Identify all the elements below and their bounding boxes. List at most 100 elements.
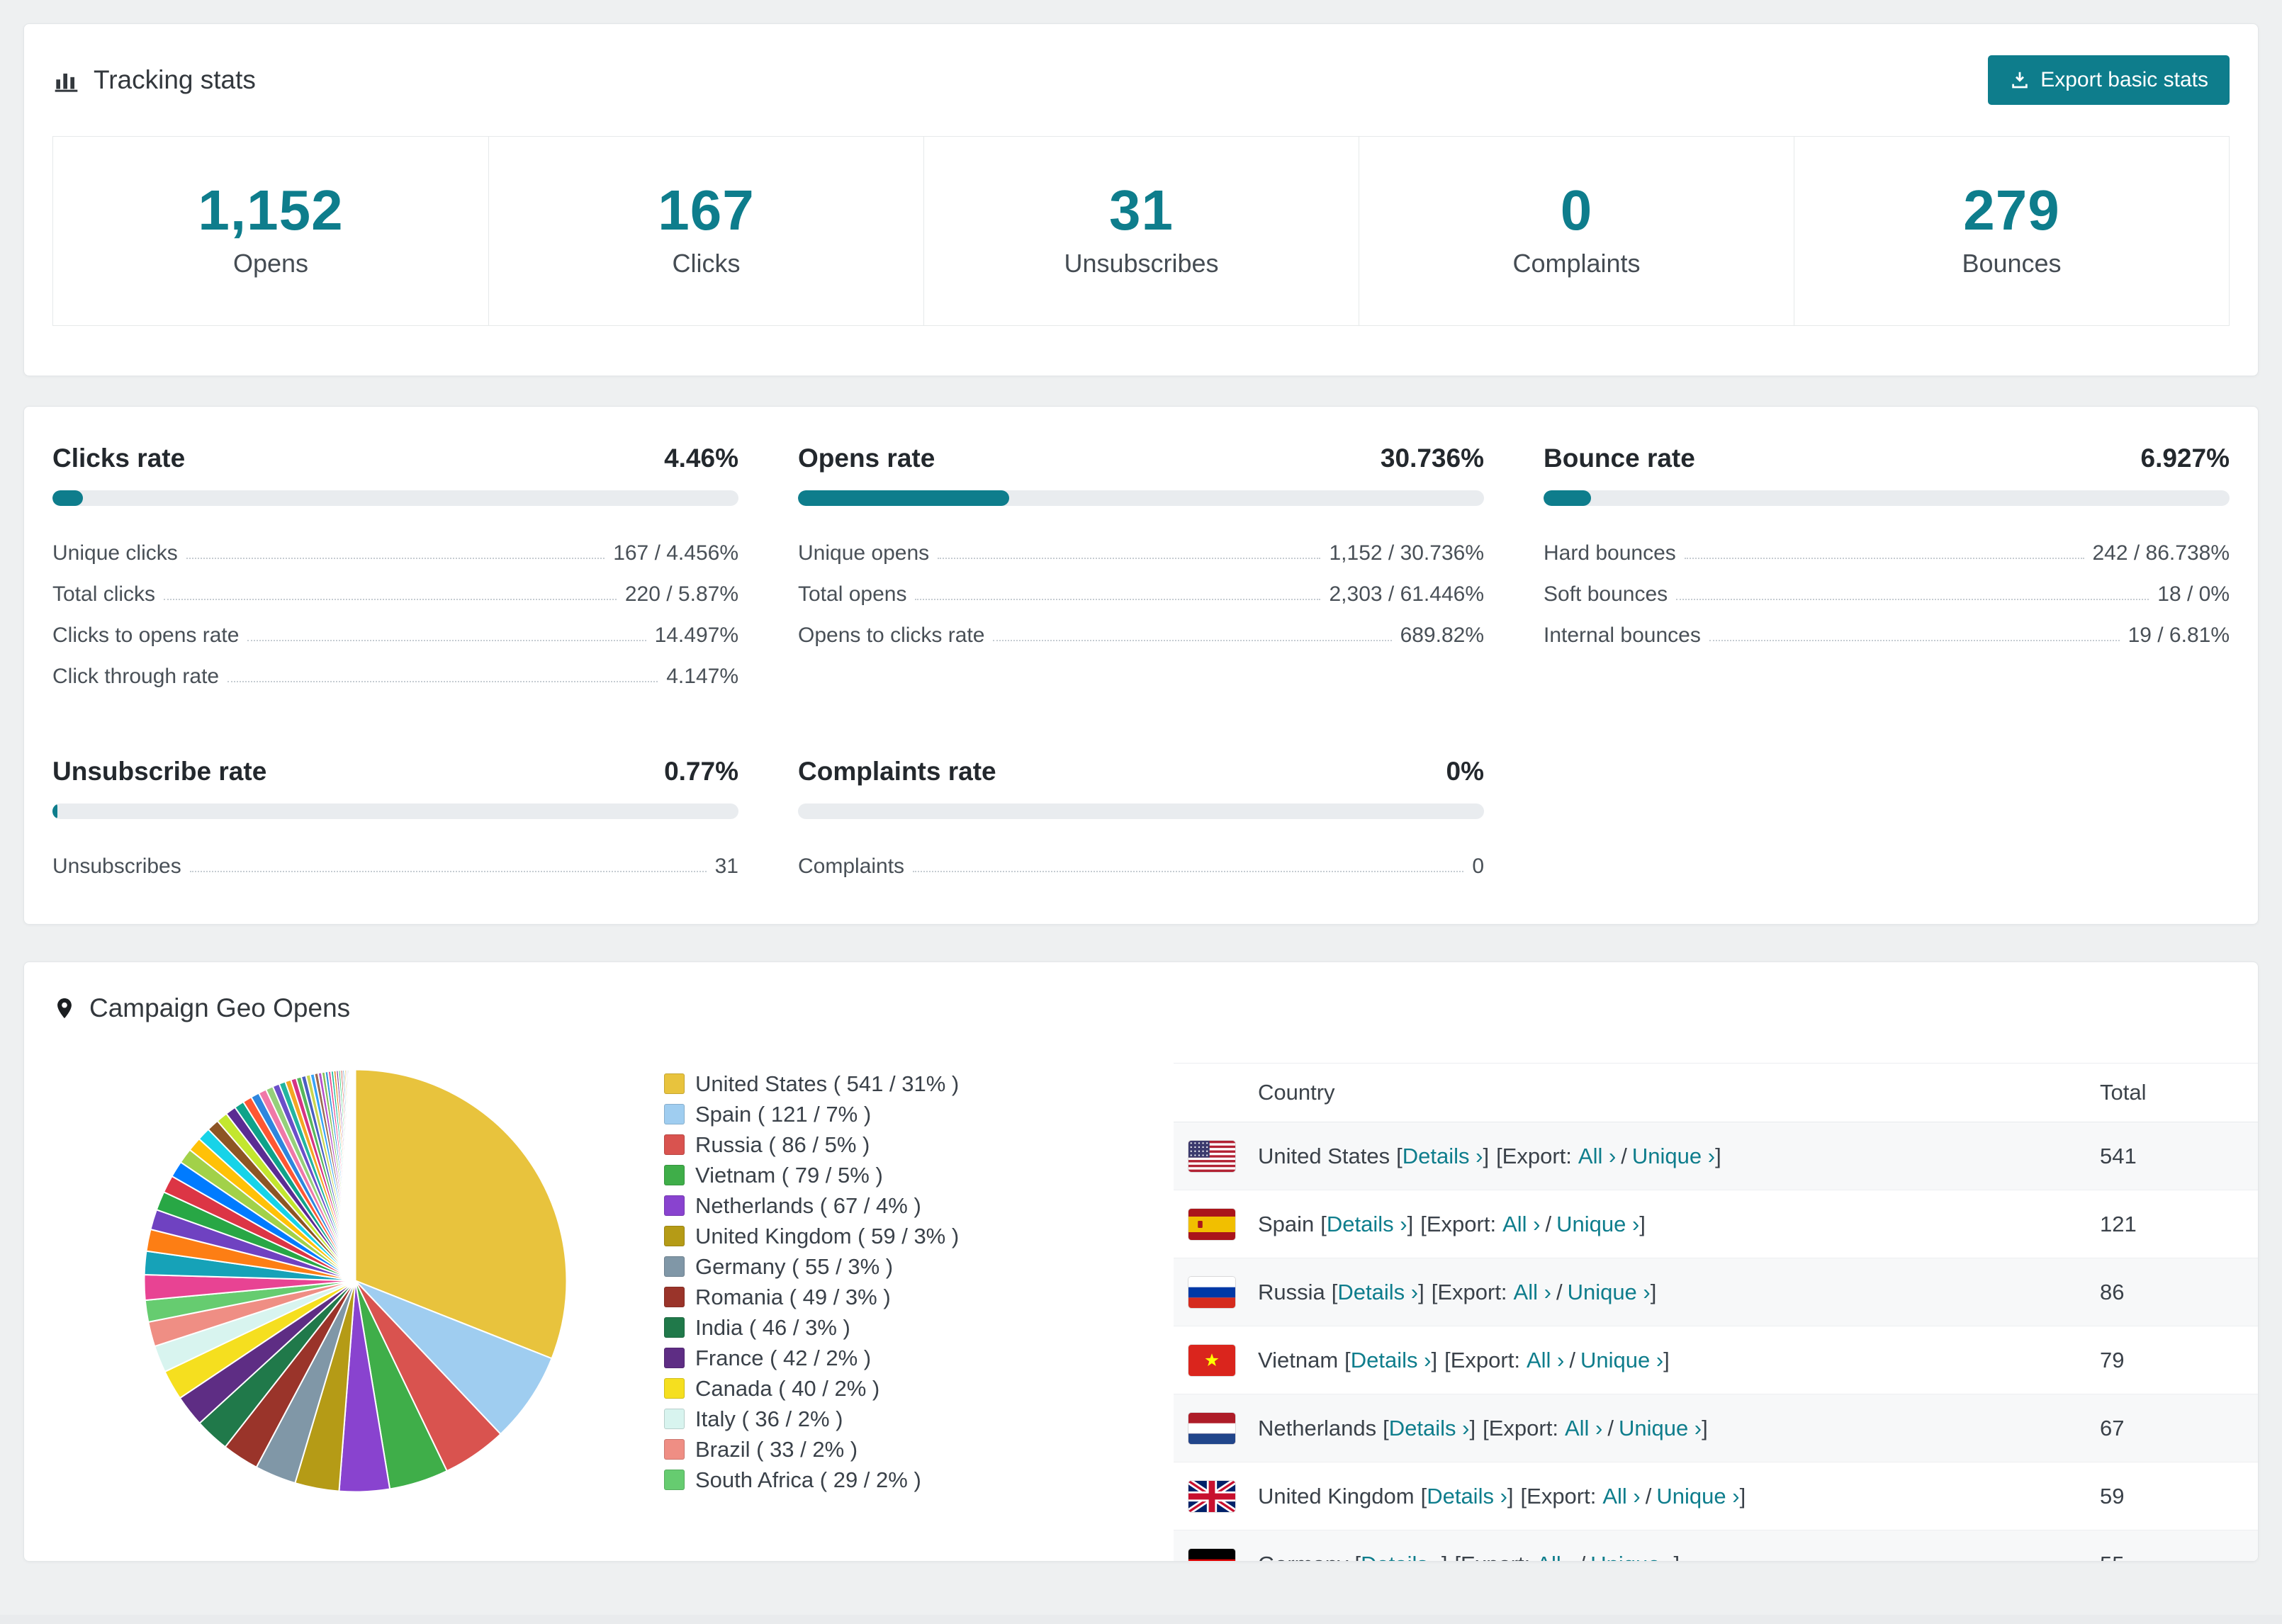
country-total: 121 — [2100, 1211, 2137, 1236]
legend-label: South Africa ( 29 / 2% ) — [695, 1467, 921, 1492]
export-all-link[interactable]: All › — [1527, 1348, 1564, 1372]
bracket: [ — [1354, 1552, 1361, 1562]
bracket: ] — [1418, 1279, 1424, 1304]
legend-color-swatch — [664, 1195, 685, 1216]
export-all-link[interactable]: All › — [1502, 1212, 1540, 1236]
country-total: 541 — [2100, 1143, 2137, 1168]
bracket: [ — [1420, 1483, 1427, 1509]
flag-es-icon — [1188, 1208, 1235, 1240]
legend-item: United Kingdom ( 59 / 3% ) — [664, 1221, 1174, 1251]
stat-value: 31 — [1109, 179, 1174, 242]
details-link[interactable]: Details › — [1351, 1348, 1432, 1372]
legend-label: United States ( 541 / 31% ) — [695, 1071, 960, 1096]
country-cell: Spain [Details ›] [Export: All › / Unique ›] — [1258, 1190, 2100, 1258]
scrollbar-track-area — [0, 1615, 2282, 1624]
export-unique-link[interactable]: Unique › — [1656, 1484, 1739, 1509]
export-label: [Export: — [1496, 1143, 1572, 1168]
flag-nl-icon — [1188, 1412, 1235, 1444]
rate-stat-row: Unique clicks 167 / 4.456% — [52, 524, 738, 565]
stat-box: 1,152 Opens — [53, 137, 488, 325]
rate-stat-label: Soft bounces — [1544, 582, 1668, 606]
details-link[interactable]: Details › — [1389, 1416, 1470, 1440]
stat-box: 279 Bounces — [1794, 137, 2229, 325]
rate-rows: Complaints 0 — [798, 838, 1484, 879]
legend-item: Germany ( 55 / 3% ) — [664, 1251, 1174, 1282]
rate-stat-value: 220 / 5.87% — [624, 582, 738, 606]
rate-title: Opens rate — [798, 444, 935, 473]
dotted-leader — [189, 871, 707, 872]
rate-header: Opens rate 30.736% — [798, 444, 1484, 473]
rate-stat-value: 2,303 / 61.446% — [1329, 582, 1484, 606]
export-unique-link[interactable]: Unique › — [1568, 1280, 1651, 1304]
dotted-leader — [247, 640, 646, 641]
details-link[interactable]: Details › — [1403, 1144, 1483, 1168]
rate-stat-row: Unsubscribes 31 — [52, 838, 738, 879]
rate-stat-value: 19 / 6.81% — [2128, 624, 2230, 647]
export-all-link[interactable]: All › — [1565, 1416, 1602, 1440]
legend-item: India ( 46 / 3% ) — [664, 1312, 1174, 1343]
rate-percent: 0.77% — [664, 757, 738, 786]
legend-label: Germany ( 55 / 3% ) — [695, 1253, 894, 1279]
export-basic-stats-button[interactable]: Export basic stats — [1988, 55, 2230, 105]
dotted-leader — [938, 558, 1321, 559]
export-label: [Export: — [1454, 1552, 1530, 1562]
bracket: ] — [1483, 1143, 1490, 1168]
campaign-geo-opens-card: Campaign Geo Opens United States ( 541 /… — [23, 962, 2259, 1562]
export-all-link[interactable]: All › — [1536, 1552, 1574, 1562]
tracking-stats-title: Tracking stats — [52, 65, 256, 95]
export-label: [Export: — [1483, 1415, 1558, 1440]
slash-separator: / — [1569, 1347, 1575, 1372]
details-link[interactable]: Details › — [1337, 1280, 1418, 1304]
bracket: [ — [1320, 1211, 1327, 1236]
rate-percent: 4.46% — [664, 444, 738, 473]
bracket: ] — [1639, 1211, 1646, 1236]
legend-color-swatch — [664, 1348, 685, 1368]
rate-title: Clicks rate — [52, 444, 186, 473]
country-name: Germany — [1258, 1552, 1348, 1562]
rate-stat-label: Unsubscribes — [52, 855, 181, 878]
legend-color-swatch — [664, 1317, 685, 1338]
bracket: ] — [1441, 1552, 1448, 1562]
rate-rows: Unique opens 1,152 / 30.736% Total opens… — [798, 524, 1484, 648]
rate-progress-bar — [1544, 490, 2230, 506]
rate-section: Bounce rate 6.927% Hard bounces 242 / 86… — [1544, 444, 2230, 689]
rate-stat-row: Hard bounces 242 / 86.738% — [1544, 524, 2230, 565]
export-download-icon — [2012, 72, 2028, 89]
rate-stat-value: 4.147% — [666, 665, 738, 688]
details-link[interactable]: Details › — [1427, 1484, 1507, 1509]
rate-header: Clicks rate 4.46% — [52, 444, 738, 473]
bracket: ] — [1650, 1279, 1657, 1304]
legend-item: France ( 42 / 2% ) — [664, 1343, 1174, 1373]
rate-rows: Unique clicks 167 / 4.456% Total clicks … — [52, 524, 738, 689]
rate-stat-label: Hard bounces — [1544, 541, 1676, 565]
pie-chart-column — [24, 1063, 664, 1561]
rate-header: Unsubscribe rate 0.77% — [52, 757, 738, 786]
legend-item: Netherlands ( 67 / 4% ) — [664, 1190, 1174, 1221]
export-all-link[interactable]: All › — [1514, 1280, 1551, 1304]
details-link[interactable]: Details › — [1327, 1212, 1407, 1236]
flag-cell — [1174, 1258, 1258, 1326]
flag-vn-icon — [1188, 1344, 1235, 1376]
country-name: Vietnam — [1258, 1347, 1339, 1372]
export-unique-link[interactable]: Unique › — [1632, 1144, 1715, 1168]
export-unique-link[interactable]: Unique › — [1580, 1348, 1663, 1372]
stat-label: Unsubscribes — [1064, 249, 1219, 278]
flag-cell — [1174, 1530, 1258, 1561]
legend-label: Netherlands ( 67 / 4% ) — [695, 1192, 921, 1218]
export-unique-link[interactable]: Unique › — [1556, 1212, 1639, 1236]
slash-separator: / — [1545, 1211, 1552, 1236]
details-link[interactable]: Details › — [1361, 1552, 1441, 1562]
export-unique-link[interactable]: Unique › — [1590, 1552, 1673, 1562]
bracket: ] — [1663, 1347, 1670, 1372]
legend-label: Russia ( 86 / 5% ) — [695, 1132, 870, 1157]
rate-stat-value: 18 / 0% — [2157, 582, 2230, 606]
legend-color-swatch — [664, 1409, 685, 1429]
stat-value: 1,152 — [198, 179, 344, 242]
export-unique-link[interactable]: Unique › — [1619, 1416, 1702, 1440]
map-pin-icon — [57, 998, 72, 1019]
export-all-link[interactable]: All › — [1578, 1144, 1616, 1168]
export-all-link[interactable]: All › — [1602, 1484, 1640, 1509]
country-cell: United States [Details ›] [Export: All › / Un… — [1258, 1122, 2100, 1190]
rate-stat-row: Complaints 0 — [798, 838, 1484, 879]
export-label: [Export: — [1420, 1211, 1497, 1236]
